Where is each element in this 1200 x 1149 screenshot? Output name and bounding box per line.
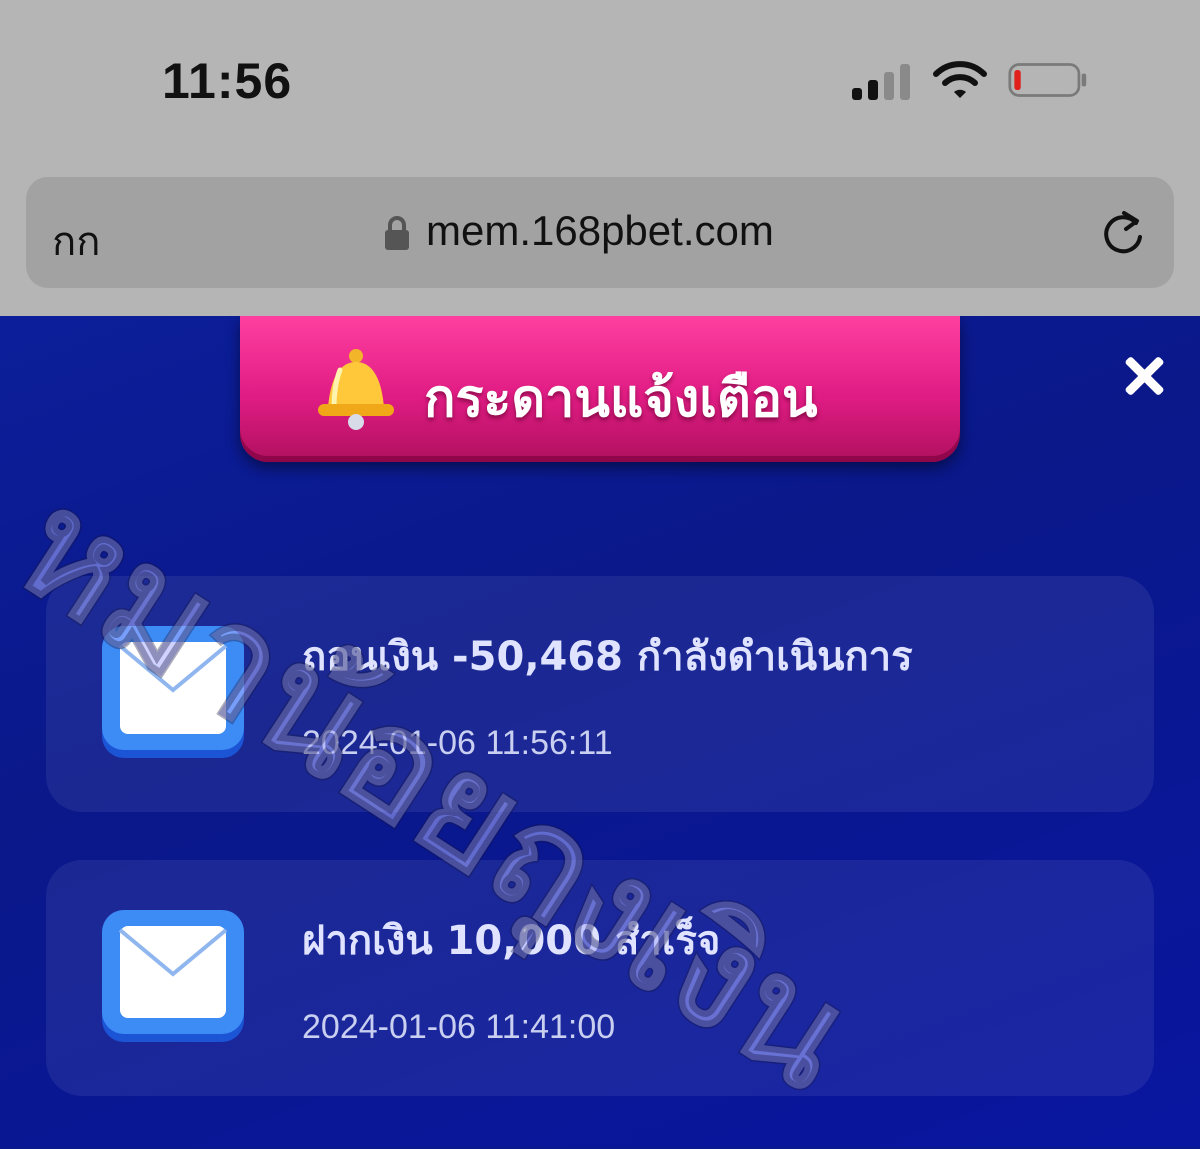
notification-message: ถอนเงิน -50,468 กำลังดำเนินการ — [302, 634, 913, 680]
wifi-icon — [933, 61, 987, 98]
bell-icon — [318, 349, 394, 430]
address-bar[interactable]: กก mem.168pbet.com — [26, 177, 1174, 288]
cellular-signal-icon — [852, 62, 912, 100]
text-size-button[interactable]: กก — [52, 209, 100, 273]
notification-item[interactable]: ฝากเงิน 10,000 สำเร็จ 2024-01-06 11:41:0… — [46, 860, 1154, 1096]
envelope-icon — [102, 626, 244, 758]
browser-chrome: 11:56 กก mem.168pbet.com — [0, 0, 1200, 316]
url-text[interactable]: mem.168pbet.com — [426, 207, 774, 255]
notification-board: กระดานแจ้งเตือน ถอนเงิน -50,468 กำลังดำเ… — [0, 316, 1200, 1147]
notification-message: ฝากเงิน 10,000 สำเร็จ — [302, 918, 721, 964]
status-time: 11:56 — [162, 53, 293, 109]
page-title: กระดานแจ้งเตือน — [424, 369, 818, 429]
notification-timestamp: 2024-01-06 11:56:11 — [302, 724, 613, 762]
notification-timestamp: 2024-01-06 11:41:00 — [302, 1008, 616, 1046]
battery-low-icon — [1008, 63, 1087, 97]
envelope-icon — [102, 910, 244, 1042]
notification-item[interactable]: ถอนเงิน -50,468 กำลังดำเนินการ 2024-01-0… — [46, 576, 1154, 812]
close-icon[interactable] — [1122, 354, 1166, 398]
lock-icon — [385, 216, 409, 250]
reload-icon[interactable] — [1100, 207, 1146, 257]
header-banner: กระดานแจ้งเตือน — [240, 316, 960, 462]
